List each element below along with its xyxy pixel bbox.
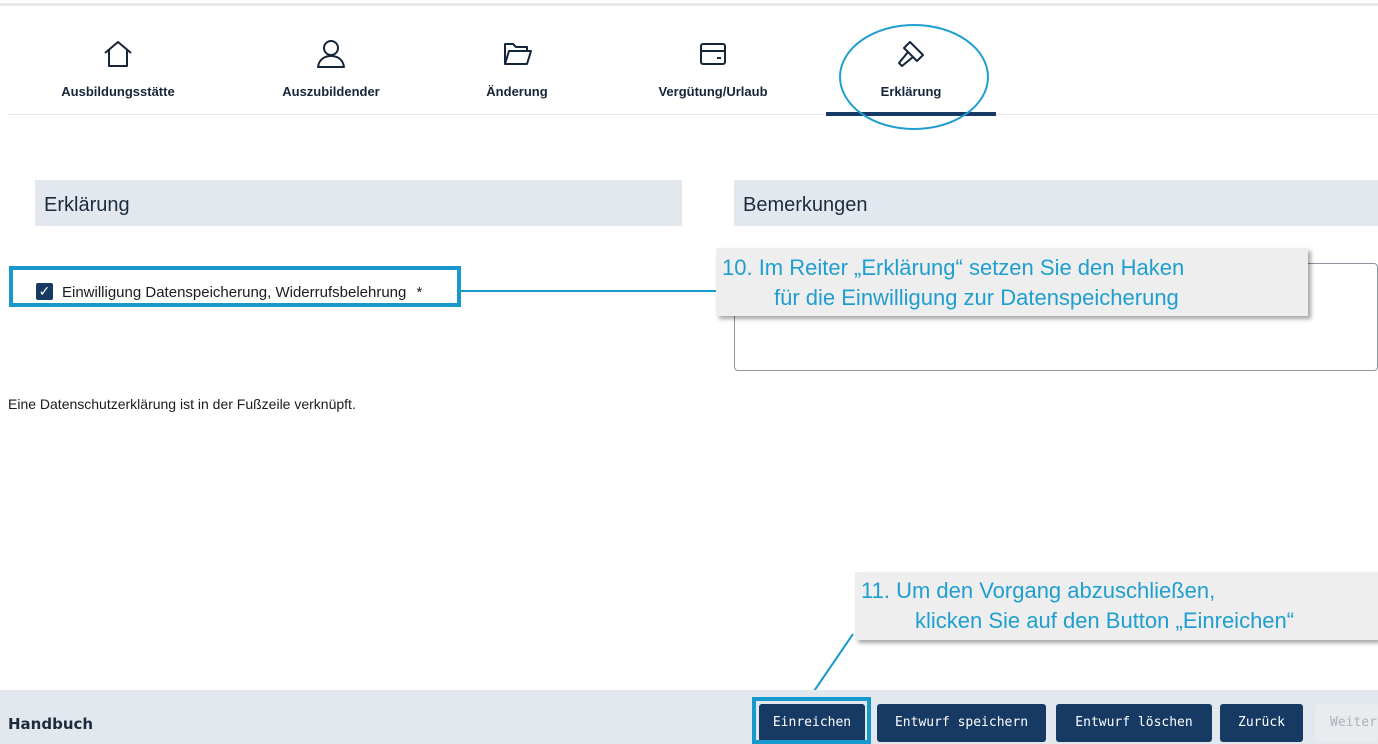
active-tab-indicator <box>826 112 996 116</box>
folder-icon <box>504 43 532 65</box>
tab-erklaerung[interactable]: Erklärung <box>826 38 996 116</box>
tab-label: Vergütung/Urlaub <box>658 84 768 99</box>
tab-label: Erklärung <box>880 84 942 99</box>
required-mark: * <box>416 284 423 301</box>
tab-aenderung[interactable]: Änderung <box>432 38 602 116</box>
section-title: Erklärung <box>44 194 130 216</box>
tab-label: Ausbildungsstätte <box>61 84 175 99</box>
callout-line: für die Einwilligung zur Datenspeicherun… <box>774 285 1179 310</box>
remarks-section-header: Bemerkungen <box>734 180 1378 226</box>
callout-line: klicken Sie auf den Button „Einreichen“ <box>915 608 1295 633</box>
card-icon <box>700 43 726 65</box>
save-draft-button[interactable]: Entwurf speichern <box>877 704 1046 742</box>
tab-auszubildender[interactable]: Auszubildender <box>246 38 416 116</box>
declaration-section-header: Erklärung <box>35 180 682 226</box>
home-icon <box>104 41 132 67</box>
callout-line: 11. Um den Vorgang abzuschließen, <box>861 578 1216 603</box>
section-title: Bemerkungen <box>743 194 868 216</box>
consent-label-text: Einwilligung Datenspeicherung, Widerrufs… <box>62 284 407 301</box>
tab-verguetung-urlaub[interactable]: Vergütung/Urlaub <box>628 38 798 116</box>
consent-highlight-frame: ✓ Einwilligung Datenspeicherung, Widerru… <box>9 266 461 307</box>
next-button[interactable]: Weiter <box>1315 704 1378 742</box>
callout-connector <box>461 290 719 292</box>
person-icon <box>317 40 345 68</box>
submit-button[interactable]: Einreichen <box>759 704 865 742</box>
consent-label[interactable]: Einwilligung Datenspeicherung, Widerrufs… <box>62 284 422 301</box>
tab-label: Änderung <box>486 84 548 99</box>
back-button[interactable]: Zurück <box>1220 704 1303 742</box>
consent-checkbox[interactable]: ✓ <box>36 283 53 300</box>
tab-ausbildungsstaette[interactable]: Ausbildungsstätte <box>33 38 203 116</box>
delete-draft-button[interactable]: Entwurf löschen <box>1056 704 1212 742</box>
callout-line: 10. Im Reiter „Erklärung“ setzen Sie den… <box>722 255 1185 280</box>
privacy-note: Eine Datenschutzerklärung ist in der Fuß… <box>8 396 356 412</box>
hammer-icon <box>898 41 924 67</box>
callout-step-11: 11. Um den Vorgang abzuschließen, klicke… <box>855 572 1378 640</box>
top-divider <box>0 3 1378 6</box>
manual-link[interactable]: Handbuch <box>8 715 93 733</box>
callout-step-10: 10. Im Reiter „Erklärung“ setzen Sie den… <box>716 248 1308 316</box>
tab-label: Auszubildender <box>282 84 380 99</box>
